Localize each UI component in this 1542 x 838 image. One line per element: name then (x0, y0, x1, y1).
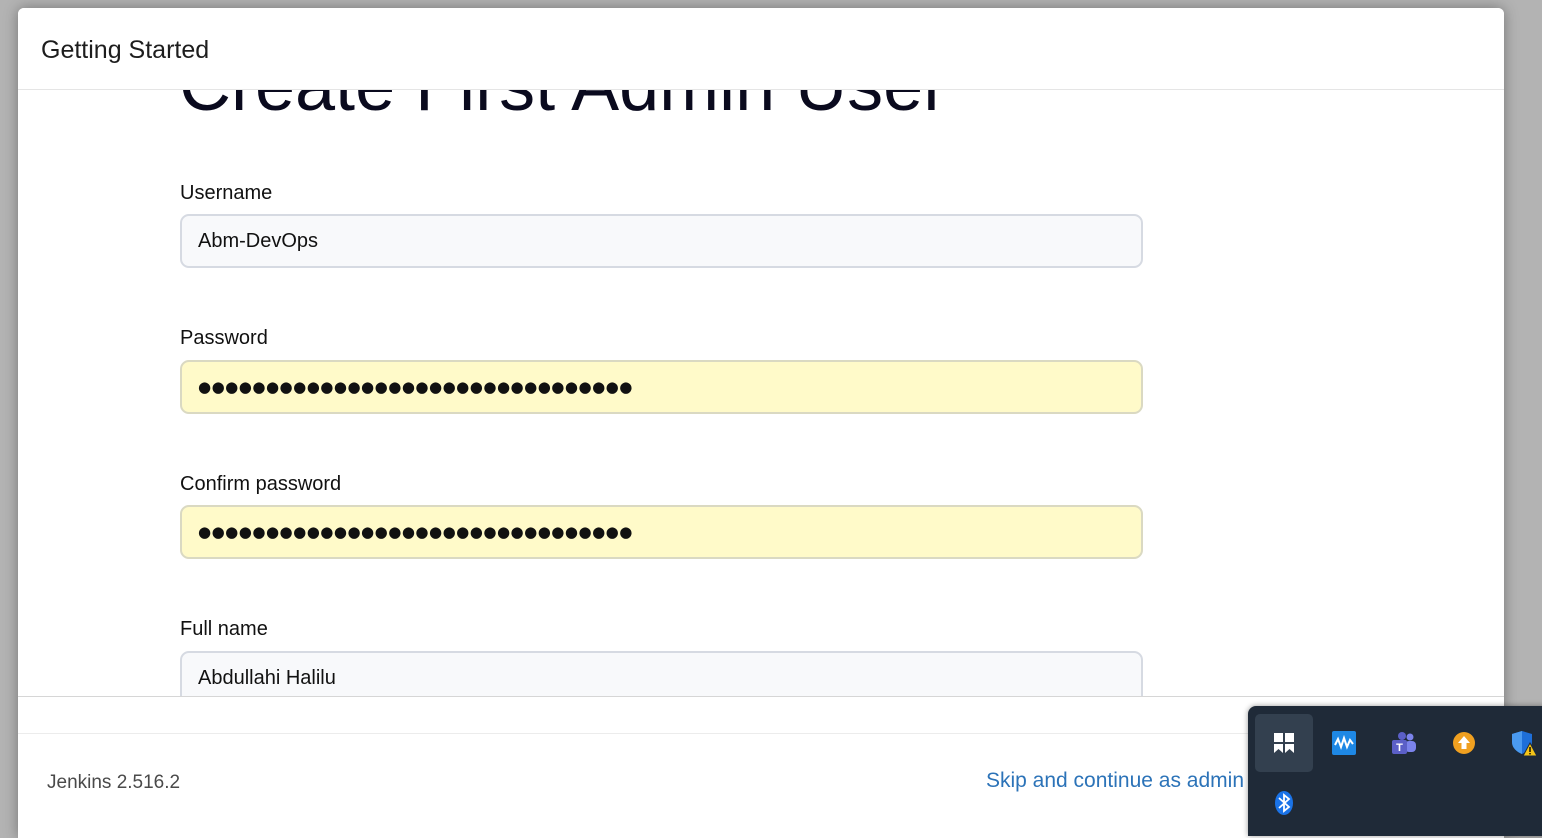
dialog-header: Getting Started (18, 8, 1504, 90)
bluetooth-icon[interactable] (1255, 774, 1313, 832)
teams-icon[interactable]: T (1375, 714, 1433, 772)
confirm-password-label: Confirm password (180, 473, 342, 495)
username-value: Abm-DevOps (198, 229, 319, 252)
skip-continue-as-admin-link[interactable]: Skip and continue as admin (986, 769, 1244, 793)
update-arrow-icon[interactable] (1435, 714, 1493, 772)
defender-warning-icon[interactable] (1495, 714, 1542, 772)
confirm-password-value: ●●●●●●●●●●●●●●●●●●●●●●●●●●●●●●●● (198, 523, 633, 541)
password-value: ●●●●●●●●●●●●●●●●●●●●●●●●●●●●●●●● (198, 378, 633, 396)
page-heading: Create First Admin User (179, 90, 947, 127)
windows-snap-icon[interactable] (1255, 714, 1313, 772)
waveform-app-icon[interactable] (1315, 714, 1373, 772)
footer-divider (18, 696, 1504, 697)
full-name-input[interactable]: Abdullahi Halilu (180, 651, 1143, 696)
system-tray-overflow: T (1248, 706, 1542, 836)
full-name-value: Abdullahi Halilu (198, 666, 336, 689)
confirm-password-input[interactable]: ●●●●●●●●●●●●●●●●●●●●●●●●●●●●●●●● (180, 505, 1143, 559)
password-label: Password (180, 327, 268, 349)
username-label: Username (180, 182, 273, 204)
username-input[interactable]: Abm-DevOps (180, 214, 1143, 268)
full-name-label: Full name (180, 618, 268, 640)
jenkins-version: Jenkins 2.516.2 (47, 772, 181, 793)
dialog-content[interactable]: Create First Admin User Username Abm-Dev… (18, 90, 1504, 696)
dialog-title: Getting Started (41, 36, 210, 64)
password-input[interactable]: ●●●●●●●●●●●●●●●●●●●●●●●●●●●●●●●● (180, 360, 1143, 414)
svg-text:T: T (1396, 742, 1403, 754)
